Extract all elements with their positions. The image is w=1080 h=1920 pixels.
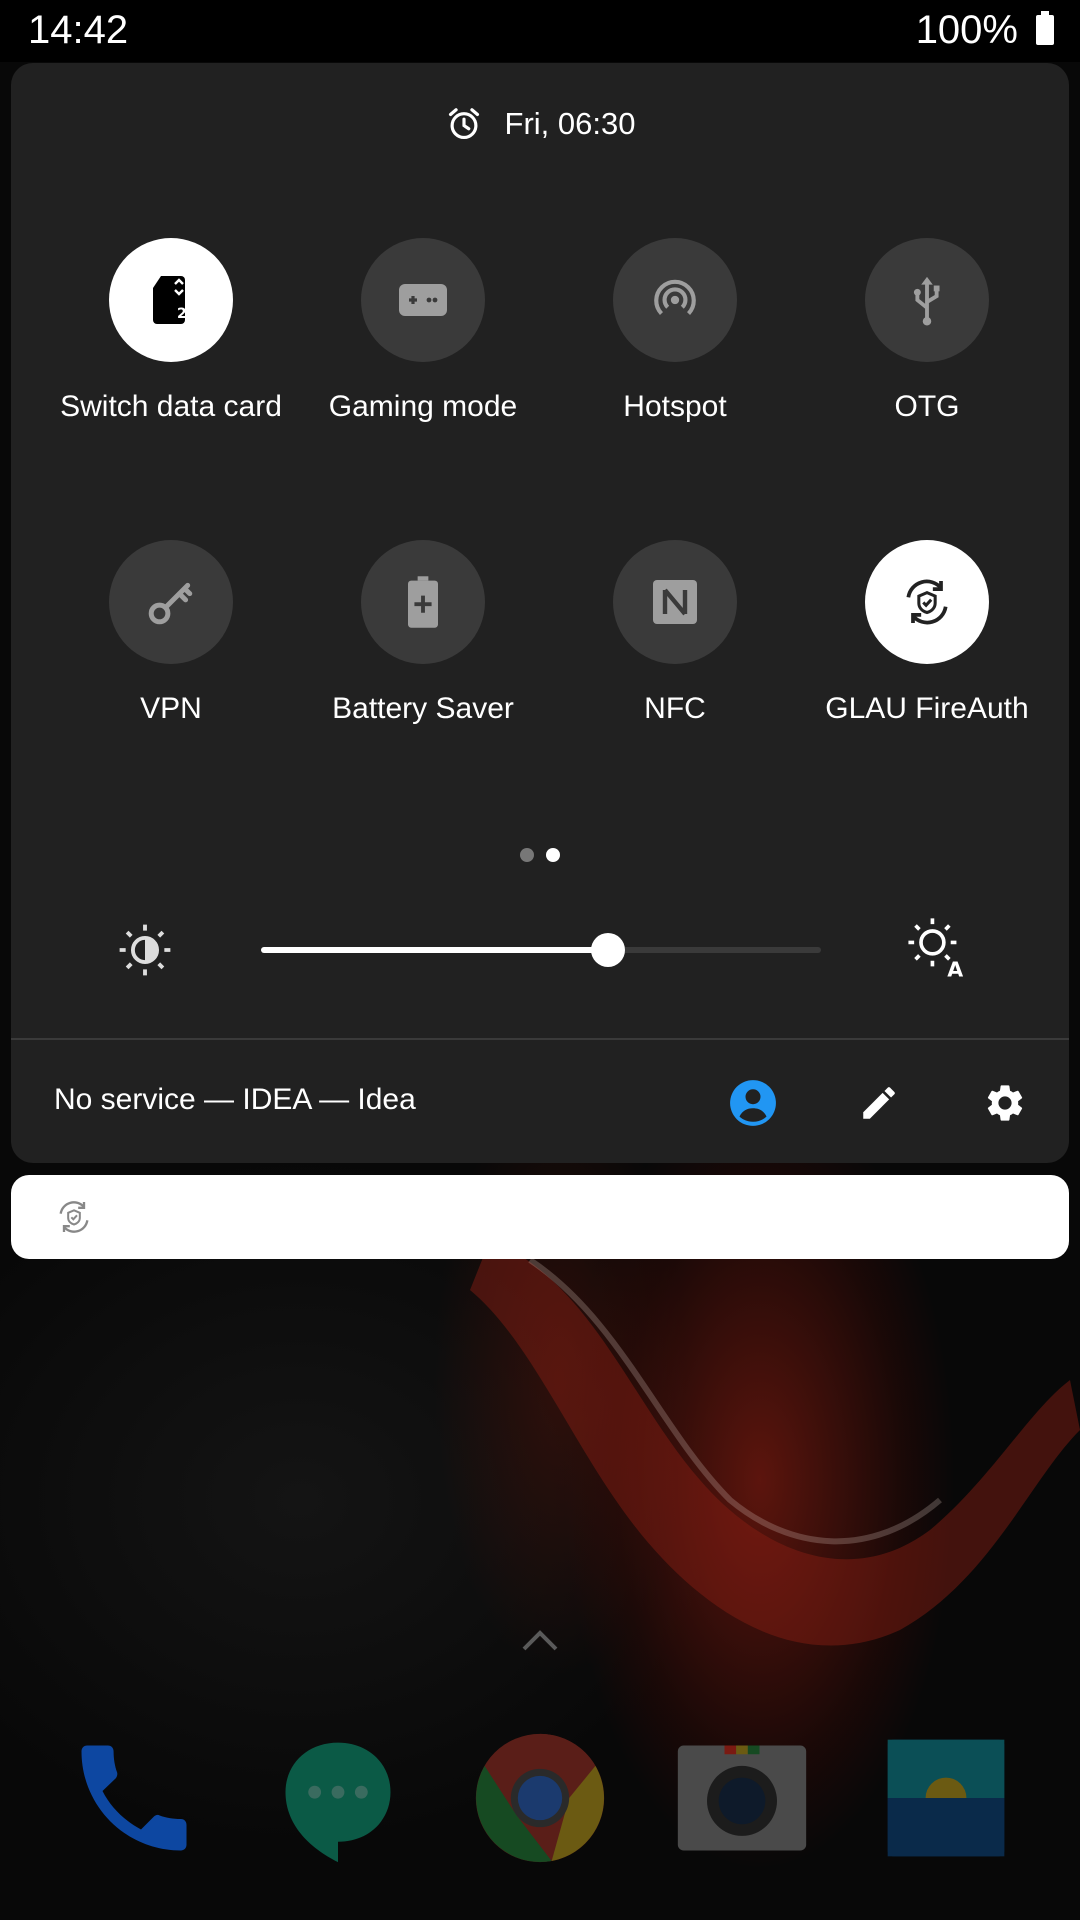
- brightness-slider-thumb[interactable]: [591, 933, 626, 967]
- battery-percentage: 100%: [915, 8, 1018, 52]
- svg-text:2: 2: [177, 306, 187, 322]
- tile-vpn[interactable]: VPN: [56, 540, 286, 760]
- panel-divider: [11, 1038, 1069, 1040]
- chevron-up-icon[interactable]: [520, 1625, 560, 1655]
- pencil-icon: [863, 1087, 895, 1119]
- quick-settings-panel: Fri, 06:30 2 Switch data card Gaming mod…: [11, 63, 1069, 1163]
- alarm-time: Fri, 06:30: [504, 106, 636, 141]
- svg-text:A: A: [947, 958, 963, 979]
- tile-label: Hotspot: [623, 390, 727, 423]
- tile-nfc[interactable]: NFC: [560, 540, 790, 760]
- brightness-slider-fill: [261, 947, 609, 953]
- settings-button[interactable]: [977, 1075, 1033, 1131]
- tile-toggle[interactable]: [613, 540, 737, 664]
- status-time: 14:42: [28, 8, 129, 52]
- carrier-text: No service — IDEA — Idea: [54, 1083, 416, 1116]
- messages-app-icon[interactable]: [268, 1728, 408, 1868]
- page-dot-1[interactable]: [520, 848, 534, 862]
- tile-switch-data-card[interactable]: 2 Switch data card: [56, 238, 286, 458]
- fireauth-sync-icon: [906, 579, 948, 625]
- gear-icon: [987, 1085, 1023, 1121]
- edit-tiles-button[interactable]: [851, 1075, 907, 1131]
- tile-glau-fireauth[interactable]: GLAU FireAuth: [812, 540, 1042, 760]
- tile-label: OTG: [894, 390, 960, 423]
- chrome-app-icon[interactable]: [470, 1728, 610, 1868]
- page-dot-2[interactable]: [546, 848, 560, 862]
- brightness-low-icon: [119, 924, 171, 976]
- tile-label: NFC: [644, 692, 706, 725]
- sim-card-2-icon: 2: [153, 276, 187, 324]
- battery-plus-icon: [408, 576, 438, 628]
- tile-label: Switch data card: [60, 390, 282, 423]
- next-alarm[interactable]: Fri, 06:30: [11, 105, 1069, 155]
- tile-toggle[interactable]: [613, 238, 737, 362]
- tile-toggle[interactable]: [361, 238, 485, 362]
- gallery-app-icon[interactable]: [876, 1728, 1016, 1868]
- user-account-button[interactable]: [725, 1075, 781, 1131]
- alarm-clock-icon: [448, 108, 479, 140]
- notification-card[interactable]: [11, 1175, 1069, 1259]
- battery-icon: [1036, 11, 1054, 45]
- tile-toggle[interactable]: [865, 540, 989, 664]
- wallpaper-swoosh: [470, 1240, 1080, 1646]
- tile-gaming-mode[interactable]: Gaming mode: [308, 238, 538, 458]
- nfc-icon: [653, 580, 697, 624]
- tile-toggle[interactable]: [109, 540, 233, 664]
- page-indicator: [520, 848, 560, 862]
- key-icon: [148, 582, 193, 625]
- account-circle-icon: [730, 1080, 776, 1126]
- phone-app-icon[interactable]: [64, 1728, 204, 1868]
- tile-toggle[interactable]: [865, 238, 989, 362]
- status-bar: 14:42 100%: [0, 0, 1080, 62]
- usb-icon: [913, 276, 940, 326]
- gamepad-icon: [399, 284, 447, 316]
- tile-battery-saver[interactable]: Battery Saver: [308, 540, 538, 760]
- brightness-slider[interactable]: [261, 933, 821, 967]
- fireauth-sync-icon: [59, 1201, 89, 1233]
- tile-label: GLAU FireAuth: [825, 692, 1029, 725]
- tile-toggle[interactable]: [361, 540, 485, 664]
- hotspot-icon: [654, 279, 696, 315]
- camera-app-icon[interactable]: [672, 1728, 812, 1868]
- auto-brightness-icon[interactable]: A: [905, 915, 969, 979]
- tile-toggle[interactable]: 2: [109, 238, 233, 362]
- tile-label: Gaming mode: [328, 390, 518, 423]
- tile-otg[interactable]: OTG: [812, 238, 1042, 458]
- tile-label: VPN: [140, 692, 202, 725]
- tile-label: Battery Saver: [332, 692, 514, 725]
- tile-hotspot[interactable]: Hotspot: [560, 238, 790, 458]
